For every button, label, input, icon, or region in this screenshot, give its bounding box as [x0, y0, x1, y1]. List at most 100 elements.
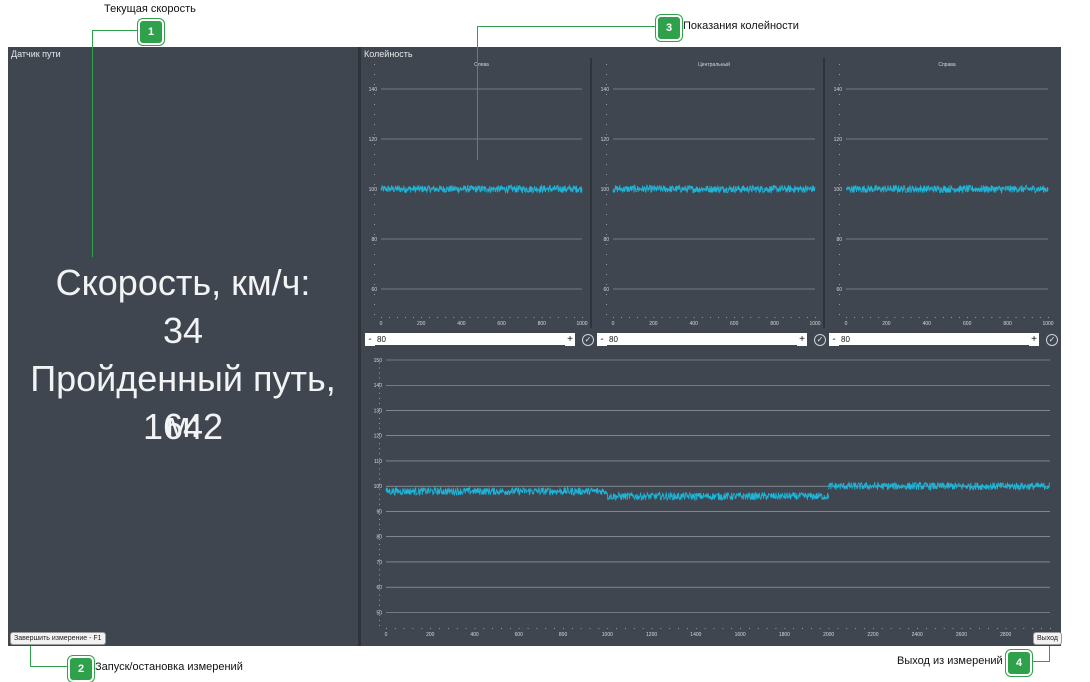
y-minor-tick	[379, 413, 380, 414]
callout-label-3: Показания колейности	[683, 20, 799, 32]
y-tick-label: 100	[601, 187, 610, 193]
x-minor-tick	[493, 317, 495, 318]
y-minor-tick	[606, 304, 607, 305]
finish-measurement-button[interactable]: Завершить измерение - F1	[10, 632, 106, 645]
chart-combined: 50607080901001101201301401500 200 400 600 80…	[374, 358, 1051, 638]
y-minor-tick	[839, 64, 840, 65]
increase-button[interactable]: +	[1029, 333, 1039, 346]
x-minor-tick	[549, 317, 551, 318]
y-minor-tick	[374, 124, 375, 125]
y-minor-tick	[374, 64, 375, 65]
x-minor-tick	[1005, 628, 1007, 629]
y-minor-tick	[379, 418, 380, 419]
x-minor-tick	[557, 317, 559, 318]
y-tick-label: 80	[371, 237, 377, 243]
y-minor-tick	[606, 284, 607, 285]
y-minor-tick	[379, 609, 380, 611]
y-minor-tick	[839, 94, 840, 95]
y-minor-tick	[379, 508, 380, 510]
path-sensor-title: Датчик пути	[11, 49, 61, 59]
x-minor-tick	[991, 317, 993, 318]
y-tick-label: 120	[601, 137, 610, 143]
y-minor-tick	[839, 144, 840, 145]
y-minor-tick	[379, 574, 380, 576]
x-minor-tick	[748, 628, 750, 629]
callout-line-3	[477, 26, 478, 160]
y-minor-tick	[839, 304, 840, 305]
x-minor-tick	[629, 317, 630, 318]
increase-button[interactable]: +	[797, 333, 807, 346]
callout-line-2	[30, 646, 31, 666]
x-minor-tick	[722, 628, 724, 629]
y-minor-tick	[606, 224, 607, 225]
y-minor-tick	[606, 254, 607, 255]
x-minor-tick	[926, 317, 928, 318]
y-minor-tick	[379, 625, 380, 626]
threshold-input[interactable]	[374, 333, 572, 345]
x-tick-label: 1000	[809, 321, 820, 327]
x-minor-tick	[886, 317, 888, 318]
y-minor-tick	[374, 204, 375, 205]
apply-check-icon[interactable]: ✓	[1046, 334, 1058, 346]
callout-line-1	[92, 30, 93, 257]
x-minor-tick	[942, 317, 944, 318]
y-minor-tick	[839, 184, 840, 185]
x-minor-tick	[1014, 628, 1016, 629]
y-tick-label: 140	[601, 87, 610, 93]
x-tick-label: 400	[690, 321, 699, 327]
y-minor-tick	[374, 174, 375, 175]
x-minor-tick	[1041, 628, 1042, 629]
apply-check-icon[interactable]: ✓	[814, 334, 826, 346]
y-minor-tick	[379, 544, 380, 546]
x-minor-tick	[633, 628, 635, 629]
x-minor-tick	[485, 317, 487, 318]
x-tick-label: 800	[538, 321, 547, 327]
y-minor-tick	[374, 104, 375, 105]
y-minor-tick	[379, 473, 380, 475]
increase-button[interactable]: +	[565, 333, 575, 346]
y-minor-tick	[606, 204, 607, 205]
x-tick-label: 800	[1003, 321, 1012, 327]
apply-check-icon[interactable]: ✓	[582, 334, 594, 346]
y-minor-tick	[839, 234, 840, 235]
x-tick-label: 1400	[690, 632, 701, 638]
y-minor-tick	[379, 498, 380, 500]
x-minor-tick	[819, 628, 821, 629]
y-minor-tick	[374, 264, 375, 265]
series-line	[385, 485, 608, 497]
x-tick-label: 2600	[956, 632, 967, 638]
x-tick-label: 1000	[576, 321, 587, 327]
x-minor-tick	[381, 317, 382, 318]
x-minor-tick	[533, 317, 535, 318]
x-minor-tick	[669, 317, 671, 318]
x-minor-tick	[1050, 628, 1051, 629]
x-minor-tick	[775, 628, 777, 629]
y-minor-tick	[606, 154, 607, 155]
x-minor-tick	[878, 317, 880, 318]
y-minor-tick	[606, 214, 607, 215]
x-minor-tick	[742, 317, 744, 318]
callout-line-1h	[92, 30, 138, 31]
y-minor-tick	[839, 254, 840, 255]
chart-title: Центральный	[698, 61, 730, 68]
x-minor-tick	[447, 628, 449, 629]
x-minor-tick	[582, 317, 583, 318]
threshold-input[interactable]	[606, 333, 804, 345]
x-minor-tick	[784, 628, 786, 629]
y-minor-tick	[606, 74, 607, 75]
x-minor-tick	[571, 628, 573, 629]
y-minor-tick	[606, 164, 607, 165]
y-minor-tick	[379, 503, 380, 505]
x-tick-label: 200	[426, 632, 435, 638]
callout-line-2h	[30, 666, 68, 667]
y-minor-tick	[379, 463, 380, 465]
x-minor-tick	[740, 628, 741, 629]
x-tick-label: 600	[730, 321, 739, 327]
y-minor-tick	[839, 214, 840, 215]
threshold-input[interactable]	[838, 333, 1036, 345]
y-tick-label: 120	[369, 137, 378, 143]
y-tick-label: 60	[371, 287, 377, 293]
y-minor-tick	[379, 569, 380, 571]
y-minor-tick	[374, 114, 375, 115]
y-minor-tick	[606, 314, 607, 315]
